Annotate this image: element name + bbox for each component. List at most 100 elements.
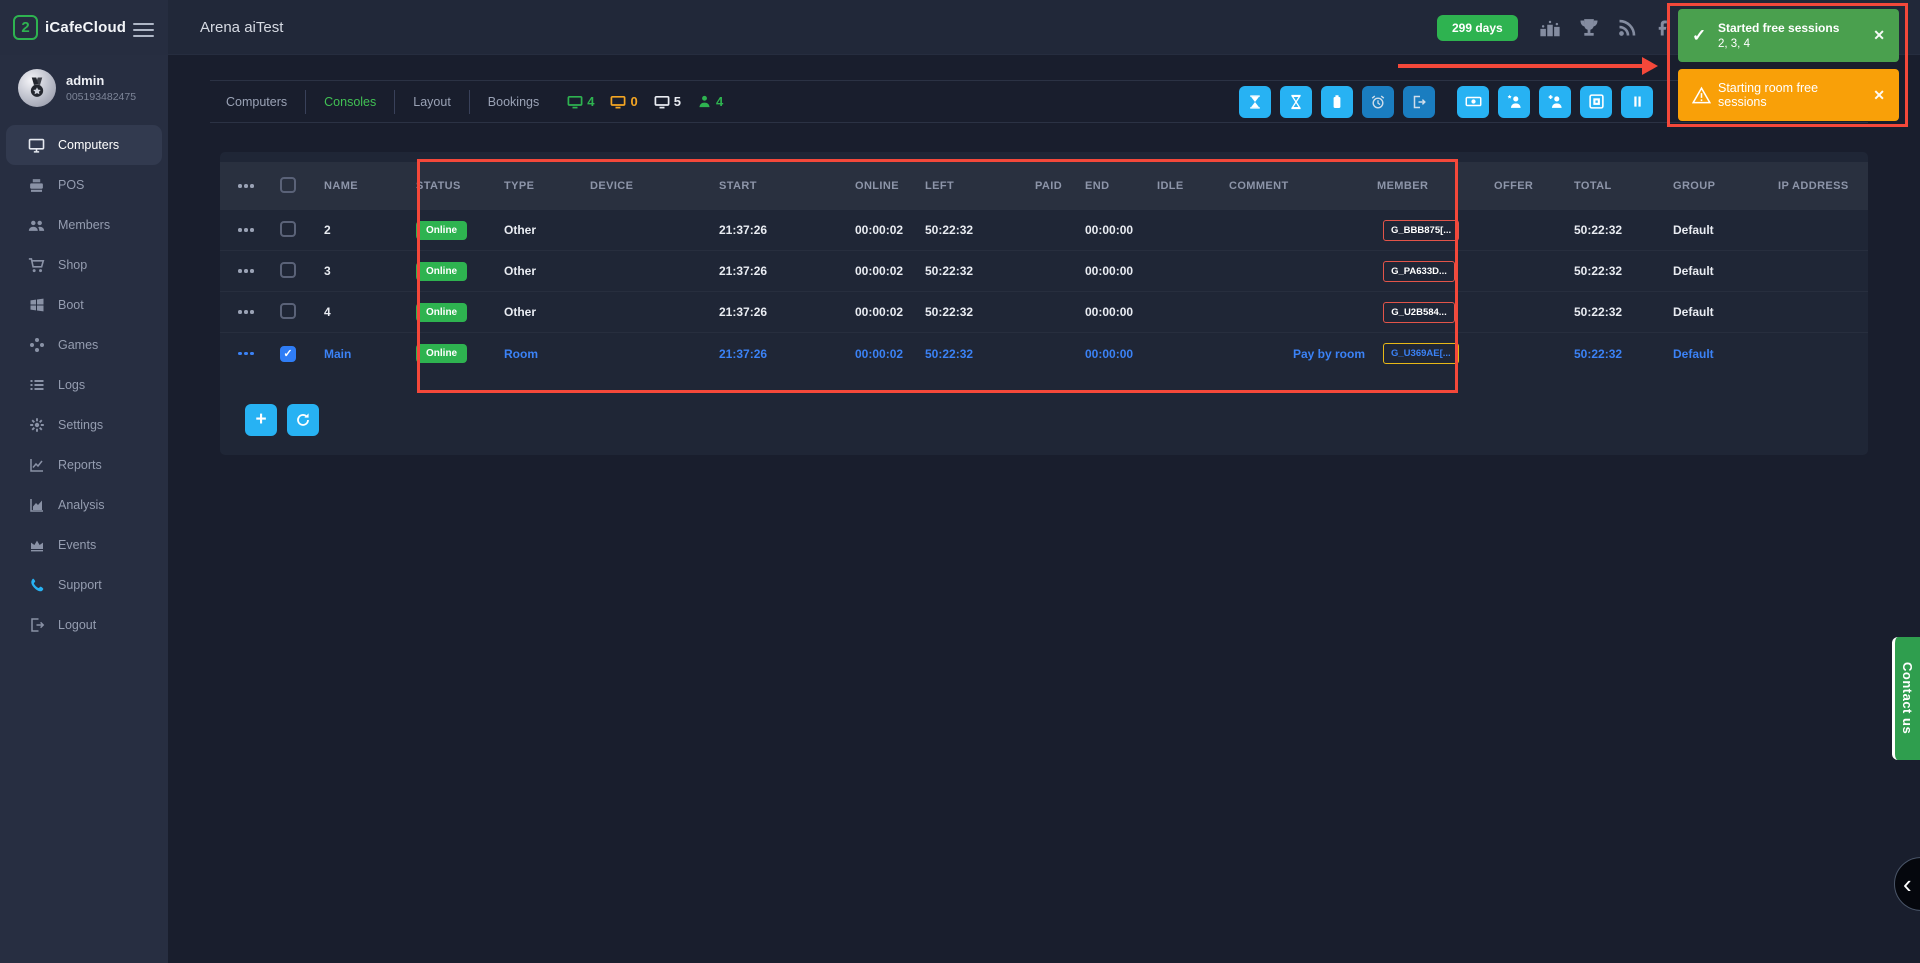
col-ip[interactable]: IP ADDRESS: [1774, 180, 1868, 192]
col-status[interactable]: STATUS: [416, 180, 504, 192]
col-type[interactable]: TYPE: [504, 180, 590, 192]
table-row-console-4[interactable]: 4 Online Other 21:37:26 00:00:02 50:22:3…: [220, 292, 1868, 333]
col-group[interactable]: GROUP: [1669, 180, 1774, 192]
checkout-button[interactable]: [1403, 86, 1435, 118]
col-paid[interactable]: PAID: [1035, 180, 1085, 192]
select-all-checkbox[interactable]: [280, 177, 296, 193]
cell-left: 50:22:32: [925, 264, 1035, 278]
user-plus-icon: [1547, 93, 1564, 110]
row-actions-dots[interactable]: [238, 269, 280, 273]
sidebar-item-logout[interactable]: Logout: [6, 605, 162, 645]
user-name: admin: [66, 73, 136, 88]
sidebar-item-members[interactable]: Members: [6, 205, 162, 245]
status-counters: 4 0 5 4: [567, 94, 723, 110]
sidebar-item-support[interactable]: Support: [6, 565, 162, 605]
row-checkbox[interactable]: [280, 221, 296, 237]
col-end[interactable]: END: [1085, 180, 1157, 192]
sidebar-nav: Computers POS Members Shop Boot Games Lo…: [0, 125, 168, 645]
col-left[interactable]: LEFT: [925, 180, 1035, 192]
sidebar-item-logs[interactable]: Logs: [6, 365, 162, 405]
counter-members: 4: [697, 94, 723, 109]
col-online[interactable]: ONLINE: [855, 180, 925, 192]
sidebar-item-games[interactable]: Games: [6, 325, 162, 365]
col-device[interactable]: DEVICE: [590, 180, 695, 192]
client-screen-button[interactable]: [1580, 86, 1612, 118]
table-row-console-2[interactable]: 2 Online Other 21:37:26 00:00:02 50:22:3…: [220, 210, 1868, 251]
sidebar-item-shop[interactable]: Shop: [6, 245, 162, 285]
close-icon[interactable]: ✕: [1869, 25, 1889, 46]
col-total[interactable]: TOTAL: [1574, 180, 1669, 192]
table-row-main[interactable]: ✓ Main Online Room 21:37:26 00:00:02 50:…: [220, 333, 1868, 374]
menu-toggle-icon[interactable]: [133, 19, 154, 41]
counter-value: 0: [630, 94, 637, 109]
sidebar-item-events[interactable]: Events: [6, 525, 162, 565]
facebook-icon[interactable]: [1654, 19, 1672, 37]
license-days-badge[interactable]: 299 days: [1437, 15, 1518, 41]
cell-online: 00:00:02: [855, 223, 925, 237]
cell-online: 00:00:02: [855, 347, 925, 361]
tab-separator: [394, 90, 395, 114]
row-actions-dots[interactable]: [238, 352, 280, 356]
monitor-icon: [654, 94, 670, 110]
close-icon[interactable]: ✕: [1869, 85, 1889, 106]
add-time-button[interactable]: [1280, 86, 1312, 118]
col-member[interactable]: MEMBER: [1369, 180, 1484, 192]
sidebar-item-analysis[interactable]: Analysis: [6, 485, 162, 525]
tab-computers[interactable]: Computers: [222, 95, 291, 109]
member-badge[interactable]: G_U369AE[...: [1383, 343, 1459, 364]
cell-total: 50:22:32: [1574, 223, 1669, 237]
start-timed-session-button[interactable]: [1239, 86, 1271, 118]
toolbar: Computers Consoles Layout Bookings 4 0 5: [210, 80, 1868, 123]
reservation-alarm-button[interactable]: [1362, 86, 1394, 118]
row-checkbox-checked[interactable]: ✓: [280, 346, 296, 362]
add-member-button[interactable]: [1539, 86, 1571, 118]
refresh-button[interactable]: [287, 404, 319, 436]
sidebar-item-pos[interactable]: POS: [6, 165, 162, 205]
add-guest-button[interactable]: [1498, 86, 1530, 118]
col-name[interactable]: NAME: [324, 180, 416, 192]
sidebar-item-reports[interactable]: Reports: [6, 445, 162, 485]
gear-icon: [28, 417, 45, 434]
area-chart-icon: [28, 497, 45, 514]
crown-icon: [28, 537, 45, 554]
bulk-actions-dots[interactable]: [238, 184, 280, 188]
user-block[interactable]: admin 005193482475: [0, 55, 168, 117]
row-actions-dots[interactable]: [238, 228, 280, 232]
sidebar-item-label: Games: [58, 338, 98, 352]
tab-layout[interactable]: Layout: [409, 95, 455, 109]
rss-icon[interactable]: [1617, 18, 1637, 38]
row-actions-dots[interactable]: [238, 310, 280, 314]
member-badge[interactable]: G_PA633D...: [1383, 261, 1455, 282]
trophy-icon[interactable]: [1578, 17, 1600, 39]
member-badge[interactable]: G_BBB875[...: [1383, 220, 1459, 241]
ranking-icon[interactable]: [1539, 17, 1561, 39]
sidebar-item-label: Computers: [58, 138, 119, 152]
banknote-icon: [1465, 93, 1482, 110]
col-idle[interactable]: IDLE: [1157, 180, 1229, 192]
cell-type: Other: [504, 305, 590, 319]
contact-us-tab[interactable]: Contact us: [1892, 637, 1920, 760]
pause-button[interactable]: [1621, 86, 1653, 118]
sidebar-item-computers[interactable]: Computers: [6, 125, 162, 165]
tab-bookings[interactable]: Bookings: [484, 95, 543, 109]
sidebar-item-label: Support: [58, 578, 102, 592]
warning-icon: [1692, 86, 1718, 105]
cash-register-icon: [28, 177, 45, 194]
tab-consoles[interactable]: Consoles: [320, 95, 380, 109]
sidebar-item-boot[interactable]: Boot: [6, 285, 162, 325]
payment-button[interactable]: [1457, 86, 1489, 118]
col-comment[interactable]: COMMENT: [1229, 180, 1369, 192]
col-start[interactable]: START: [695, 180, 855, 192]
col-offer[interactable]: OFFER: [1484, 180, 1574, 192]
app-logo-text: iCafeCloud: [45, 19, 126, 36]
row-checkbox[interactable]: [280, 303, 296, 319]
mobile-app-button[interactable]: [1321, 86, 1353, 118]
sidebar-item-settings[interactable]: Settings: [6, 405, 162, 445]
status-badge: Online: [416, 262, 467, 281]
table-row-console-3[interactable]: 3 Online Other 21:37:26 00:00:02 50:22:3…: [220, 251, 1868, 292]
member-badge[interactable]: G_U2B584...: [1383, 302, 1455, 323]
cell-name: 3: [324, 264, 416, 278]
add-console-button[interactable]: +: [245, 404, 277, 436]
row-checkbox[interactable]: [280, 262, 296, 278]
sidebar-item-label: Shop: [58, 258, 87, 272]
